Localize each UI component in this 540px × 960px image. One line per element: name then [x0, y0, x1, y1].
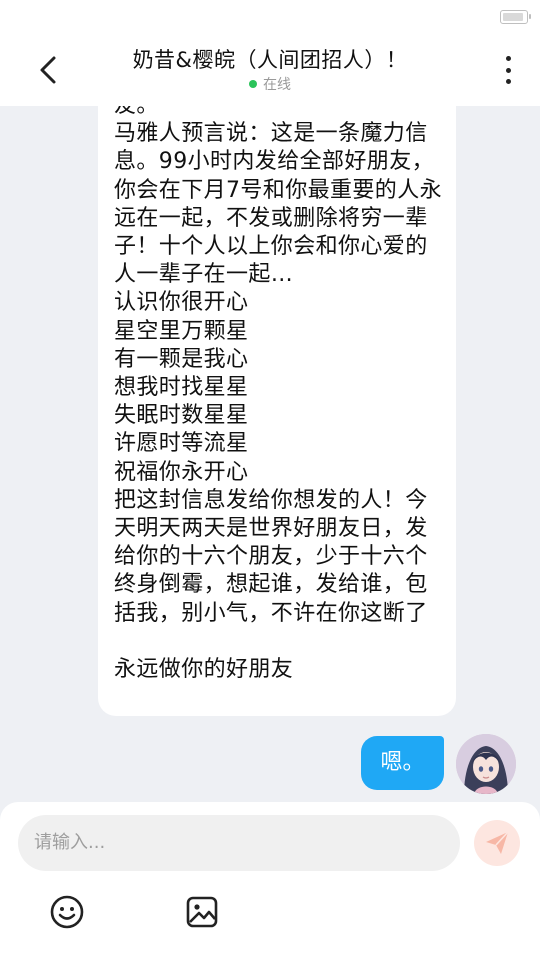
image-icon: [186, 896, 218, 928]
user-avatar[interactable]: [456, 734, 516, 794]
emoji-icon: [50, 895, 84, 929]
send-icon: [486, 831, 509, 854]
send-button[interactable]: [474, 820, 520, 866]
avatar-image: [456, 734, 516, 794]
more-options-button[interactable]: [496, 52, 520, 88]
status-bar: [0, 0, 540, 34]
emoji-button[interactable]: [49, 894, 85, 930]
message-list[interactable]: 友。 马雅人预言说：这是一条魔力信息。99小时内发给全部好朋友，你会在下月7号和…: [0, 106, 540, 802]
more-vertical-icon: [505, 56, 511, 61]
online-dot-icon: [249, 80, 257, 88]
message-input[interactable]: 请输入...: [18, 815, 460, 871]
online-status-label: 在线: [263, 77, 291, 93]
composer-panel: 请输入...: [0, 802, 540, 960]
chat-title: 奶昔&樱皖（人间团招人）！: [132, 48, 408, 72]
incoming-message-bubble[interactable]: 友。 马雅人预言说：这是一条魔力信息。99小时内发给全部好朋友，你会在下月7号和…: [98, 106, 456, 716]
image-button[interactable]: [184, 894, 220, 930]
online-status: 在线: [0, 74, 540, 94]
chat-header: 奶昔&樱皖（人间团招人）！ 在线: [0, 34, 540, 106]
outgoing-message-bubble[interactable]: 嗯。: [361, 736, 444, 790]
battery-icon: [500, 10, 531, 24]
